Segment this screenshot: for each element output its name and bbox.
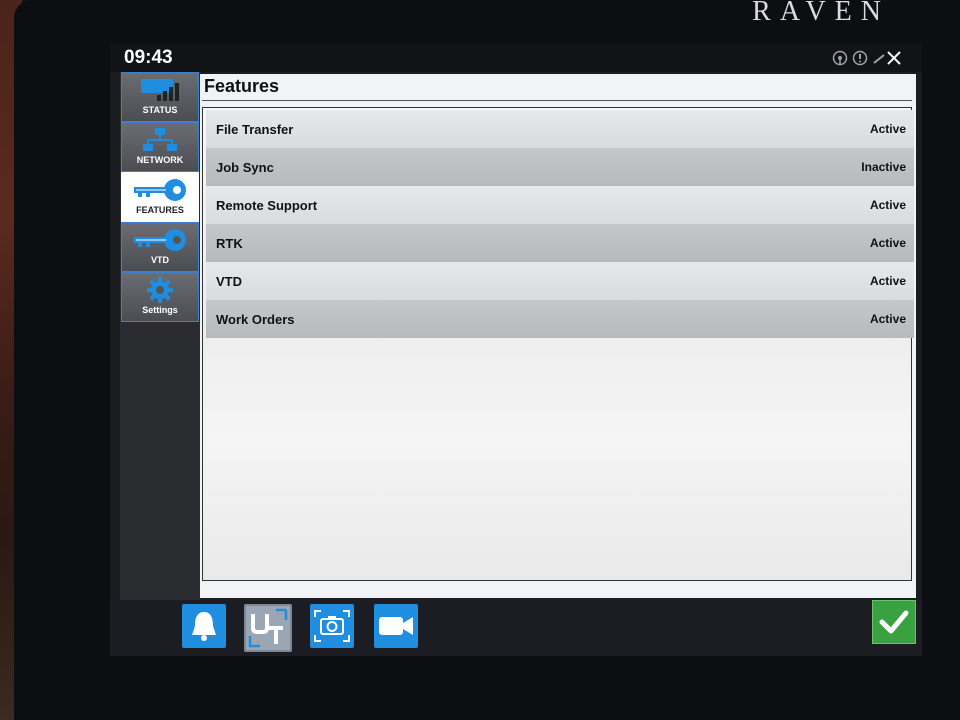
feature-name: Work Orders xyxy=(216,311,295,327)
nav-vtd-label: VTD xyxy=(151,255,169,265)
feature-row-vtd[interactable]: VTD Active xyxy=(206,262,914,300)
confirm-button[interactable] xyxy=(872,600,916,644)
wrench-tool-icon[interactable] xyxy=(872,50,902,71)
gear-icon xyxy=(122,275,198,305)
nav-settings[interactable]: Settings xyxy=(121,272,199,322)
brand-logo: RAVEN xyxy=(752,0,890,27)
steering-wheel-icon[interactable] xyxy=(832,50,848,71)
video-button[interactable] xyxy=(374,604,418,648)
feature-status: Active xyxy=(869,198,906,212)
feature-name: VTD xyxy=(216,273,242,289)
title-divider xyxy=(202,100,912,101)
feature-status: Inactive xyxy=(861,160,906,174)
feature-row-work-orders[interactable]: Work Orders Active xyxy=(206,300,914,338)
nav-features-label: FEATURES xyxy=(136,205,184,215)
status-icons xyxy=(832,50,902,71)
feature-name: Remote Support xyxy=(216,197,318,213)
page-title: Features xyxy=(204,76,280,96)
nav-status-label: STATUS xyxy=(142,105,178,115)
nav-status[interactable]: STATUS xyxy=(121,72,199,122)
clock: 09:43 xyxy=(124,47,173,68)
feature-row-file-transfer[interactable]: File Transfer Active xyxy=(206,110,914,148)
feature-name: RTK xyxy=(216,235,243,251)
features-panel: Features File Transfer Active Job Sync I… xyxy=(200,74,916,598)
feature-status: Active xyxy=(869,122,906,136)
key-icon xyxy=(122,225,198,255)
warning-icon[interactable] xyxy=(852,50,868,71)
nav-settings-label: Settings xyxy=(142,305,178,315)
feature-name: File Transfer xyxy=(216,121,294,137)
nav-network-label: NETWORK xyxy=(136,155,184,165)
alarms-button[interactable] xyxy=(182,604,226,648)
bell-icon xyxy=(182,612,226,652)
terminal-screen: 09:43 STATUS NETWORK FEATURES VTD Settin… xyxy=(110,44,922,656)
sidebar-nav: STATUS NETWORK FEATURES VTD Settings xyxy=(120,72,200,602)
bottom-dock xyxy=(110,600,922,656)
features-list: File Transfer Active Job Sync Inactive R… xyxy=(202,107,914,581)
feature-status: Active xyxy=(869,274,906,288)
feature-row-remote-support[interactable]: Remote Support Active xyxy=(206,186,914,224)
top-status-bar: 09:43 xyxy=(110,44,922,72)
feature-row-rtk[interactable]: RTK Active xyxy=(206,224,914,262)
universal-terminal-button[interactable] xyxy=(244,604,292,652)
screenshot-button[interactable] xyxy=(310,604,354,648)
nav-network[interactable]: NETWORK xyxy=(121,122,199,172)
universal-terminal-icon xyxy=(246,608,290,654)
network-icon xyxy=(122,125,198,155)
nav-vtd[interactable]: VTD xyxy=(121,222,199,272)
nav-features[interactable]: FEATURES xyxy=(121,172,199,222)
camera-icon xyxy=(310,610,354,652)
check-icon xyxy=(873,610,915,647)
feature-status: Active xyxy=(869,312,906,326)
key-icon xyxy=(122,175,198,205)
feature-name: Job Sync xyxy=(216,159,274,175)
video-camera-icon xyxy=(374,617,418,652)
feature-row-job-sync[interactable]: Job Sync Inactive xyxy=(206,148,914,186)
signal-bars-icon xyxy=(122,75,198,105)
feature-status: Active xyxy=(869,236,906,250)
